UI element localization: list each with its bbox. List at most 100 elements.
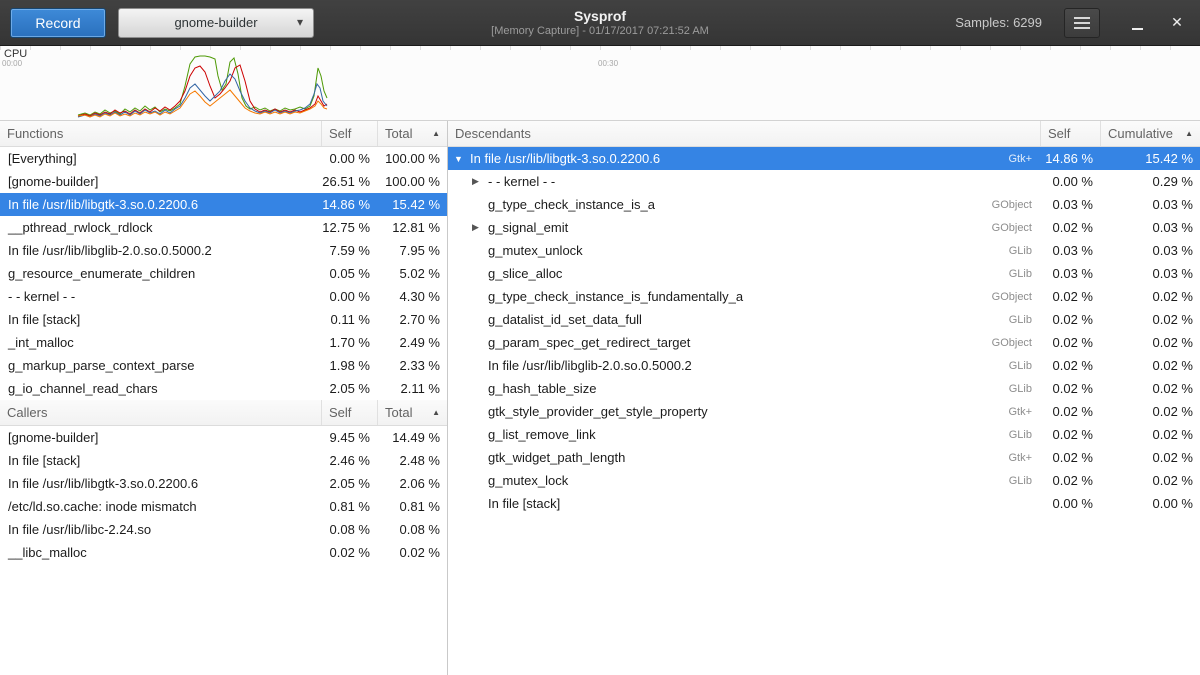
function-name: g_signal_emit — [488, 220, 568, 235]
table-row[interactable]: g_type_check_instance_is_aGObject0.03 %0… — [448, 193, 1200, 216]
table-row[interactable]: gtk_style_provider_get_style_propertyGtk… — [448, 400, 1200, 423]
library-tag: GLib — [970, 475, 1040, 487]
function-name: g_type_check_instance_is_a — [488, 197, 655, 212]
cumulative-percent: 0.02 % — [1100, 427, 1200, 442]
column-header-functions[interactable]: Functions — [0, 121, 321, 146]
library-tag: GLib — [970, 360, 1040, 372]
expander-icon[interactable]: ▼ — [454, 154, 470, 164]
cumulative-percent: 0.02 % — [1100, 289, 1200, 304]
table-row[interactable]: In file [stack]0.11 %2.70 % — [0, 308, 447, 331]
table-row[interactable]: g_mutex_lockGLib0.02 %0.02 % — [448, 469, 1200, 492]
table-row[interactable]: In file /usr/lib/libglib-2.0.so.0.5000.2… — [0, 239, 447, 262]
function-name: g_hash_table_size — [488, 381, 596, 396]
function-name: [gnome-builder] — [0, 174, 321, 189]
descendants-table-header: Descendants Self Cumulative ▲ — [448, 121, 1200, 147]
table-row[interactable]: g_resource_enumerate_children0.05 %5.02 … — [0, 262, 447, 285]
column-header-callers[interactable]: Callers — [0, 400, 321, 425]
sort-indicator-icon: ▲ — [422, 408, 440, 417]
menu-button[interactable] — [1064, 8, 1100, 38]
hamburger-icon — [1074, 17, 1090, 19]
column-header-self[interactable]: Self — [321, 121, 377, 146]
table-row[interactable]: [Everything]0.00 %100.00 % — [0, 147, 447, 170]
table-row[interactable]: In file [stack]0.00 %0.00 % — [448, 492, 1200, 515]
cumulative-percent: 0.02 % — [1100, 450, 1200, 465]
table-row[interactable]: [gnome-builder]9.45 %14.49 % — [0, 426, 447, 449]
self-percent: 0.02 % — [1040, 220, 1100, 235]
record-button[interactable]: Record — [10, 8, 106, 38]
cumulative-percent: 0.02 % — [1100, 358, 1200, 373]
total-percent: 15.42 % — [377, 197, 447, 212]
function-name: g_resource_enumerate_children — [0, 266, 321, 281]
table-row[interactable]: gtk_widget_path_lengthGtk+0.02 %0.02 % — [448, 446, 1200, 469]
table-row[interactable]: In file /usr/lib/libgtk-3.so.0.2200.614.… — [0, 193, 447, 216]
library-tag: GObject — [970, 199, 1040, 211]
table-row[interactable]: g_mutex_unlockGLib0.03 %0.03 % — [448, 239, 1200, 262]
sort-indicator-icon: ▲ — [422, 129, 440, 138]
process-selector-label: gnome-builder — [174, 15, 257, 30]
expander-icon[interactable]: ▶ — [472, 176, 488, 187]
function-name: - - kernel - - — [488, 174, 555, 189]
table-row[interactable]: __libc_malloc0.02 %0.02 % — [0, 541, 447, 564]
cumulative-percent: 0.03 % — [1100, 243, 1200, 258]
cpu-graph[interactable]: CPU 00:00 00:30 — [0, 46, 1200, 121]
minimize-button[interactable] — [1124, 8, 1150, 38]
library-tag: GLib — [970, 429, 1040, 441]
cumulative-percent: 0.00 % — [1100, 496, 1200, 511]
self-percent: 0.02 % — [1040, 289, 1100, 304]
table-row[interactable]: g_io_channel_read_chars2.05 %2.11 % — [0, 377, 447, 400]
function-name: In file /usr/lib/libglib-2.0.so.0.5000.2 — [0, 243, 321, 258]
cpu-graph-svg — [0, 46, 1200, 121]
table-row[interactable]: g_hash_table_sizeGLib0.02 %0.02 % — [448, 377, 1200, 400]
total-percent: 2.70 % — [377, 312, 447, 327]
table-row[interactable]: ▶g_signal_emitGObject0.02 %0.03 % — [448, 216, 1200, 239]
table-row[interactable]: - - kernel - -0.00 %4.30 % — [0, 285, 447, 308]
cpu-red-line — [78, 65, 327, 116]
table-row[interactable]: ▶- - kernel - - 0.00 %0.29 % — [448, 170, 1200, 193]
cumulative-percent: 0.02 % — [1100, 473, 1200, 488]
table-row[interactable]: g_markup_parse_context_parse1.98 %2.33 % — [0, 354, 447, 377]
table-row[interactable]: g_slice_allocGLib0.03 %0.03 % — [448, 262, 1200, 285]
column-header-self[interactable]: Self — [321, 400, 377, 425]
cumulative-percent: 0.29 % — [1100, 174, 1200, 189]
function-name: In file [stack] — [488, 496, 560, 511]
table-row[interactable]: __pthread_rwlock_rdlock12.75 %12.81 % — [0, 216, 447, 239]
self-percent: 0.00 % — [321, 289, 377, 304]
self-percent: 0.00 % — [1040, 174, 1100, 189]
left-pane: Functions Self Total ▲ [Everything]0.00 … — [0, 121, 448, 675]
self-percent: 0.02 % — [1040, 335, 1100, 350]
function-name: g_mutex_unlock — [488, 243, 583, 258]
table-row[interactable]: ▼In file /usr/lib/libgtk-3.so.0.2200.6Gt… — [448, 147, 1200, 170]
table-row[interactable]: In file [stack]2.46 %2.48 % — [0, 449, 447, 472]
total-percent: 5.02 % — [377, 266, 447, 281]
table-row[interactable]: In file /usr/lib/libc-2.24.so0.08 %0.08 … — [0, 518, 447, 541]
table-row[interactable]: [gnome-builder]26.51 %100.00 % — [0, 170, 447, 193]
self-percent: 0.02 % — [1040, 473, 1100, 488]
close-button[interactable]: ✕ — [1164, 8, 1190, 38]
self-percent: 1.70 % — [321, 335, 377, 350]
self-percent: 12.75 % — [321, 220, 377, 235]
self-percent: 0.00 % — [321, 151, 377, 166]
process-selector-dropdown[interactable]: gnome-builder ▾ — [118, 8, 314, 38]
table-row[interactable]: _int_malloc1.70 %2.49 % — [0, 331, 447, 354]
column-header-descendants[interactable]: Descendants — [448, 121, 1040, 146]
chevron-down-icon: ▾ — [297, 15, 303, 29]
table-row[interactable]: /etc/ld.so.cache: inode mismatch0.81 %0.… — [0, 495, 447, 518]
total-percent: 14.49 % — [377, 430, 447, 445]
function-name: g_io_channel_read_chars — [0, 381, 321, 396]
table-row[interactable]: In file /usr/lib/libglib-2.0.so.0.5000.2… — [448, 354, 1200, 377]
table-row[interactable]: In file /usr/lib/libgtk-3.so.0.2200.62.0… — [0, 472, 447, 495]
function-name: In file [stack] — [0, 312, 321, 327]
column-header-cumulative[interactable]: Cumulative ▲ — [1100, 121, 1200, 146]
column-header-total[interactable]: Total ▲ — [377, 121, 447, 146]
column-header-total[interactable]: Total ▲ — [377, 400, 447, 425]
expander-icon[interactable]: ▶ — [472, 222, 488, 233]
library-tag: GLib — [970, 268, 1040, 280]
table-row[interactable]: g_list_remove_linkGLib0.02 %0.02 % — [448, 423, 1200, 446]
function-name: [gnome-builder] — [0, 430, 321, 445]
table-row[interactable]: g_type_check_instance_is_fundamentally_a… — [448, 285, 1200, 308]
library-tag: GLib — [970, 314, 1040, 326]
table-row[interactable]: g_datalist_id_set_data_fullGLib0.02 %0.0… — [448, 308, 1200, 331]
function-name: g_slice_alloc — [488, 266, 562, 281]
column-header-self[interactable]: Self — [1040, 121, 1100, 146]
table-row[interactable]: g_param_spec_get_redirect_targetGObject0… — [448, 331, 1200, 354]
